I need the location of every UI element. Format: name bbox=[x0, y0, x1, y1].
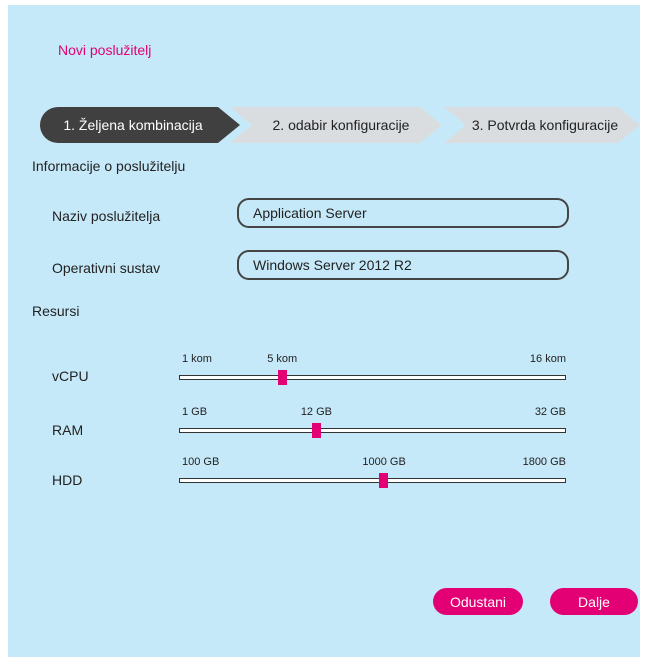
step-select-configuration[interactable]: 2. odabir konfiguracije bbox=[230, 107, 442, 143]
wizard-steps: 1. Željena kombinacija 2. odabir konfigu… bbox=[40, 107, 640, 143]
server-info-heading: Informacije o poslužitelju bbox=[32, 158, 186, 174]
ram-slider-track[interactable] bbox=[179, 428, 566, 433]
step-desired-combination[interactable]: 1. Željena kombinacija bbox=[40, 107, 240, 143]
ram-value-label: 12 GB bbox=[300, 406, 332, 418]
ram-max-label: 32 GB bbox=[534, 406, 566, 418]
server-name-field[interactable]: Application Server bbox=[237, 198, 569, 228]
hdd-slider-track[interactable] bbox=[179, 478, 566, 483]
new-server-panel bbox=[8, 5, 640, 657]
ram-slider-thumb[interactable] bbox=[311, 423, 321, 438]
os-field[interactable]: Windows Server 2012 R2 bbox=[237, 250, 569, 280]
step-confirm-configuration[interactable]: 3. Potvrda konfiguracije bbox=[444, 107, 640, 143]
page-title: Novi poslužitelj bbox=[58, 42, 152, 58]
hdd-min-label: 100 GB bbox=[182, 456, 220, 468]
next-button[interactable]: Dalje bbox=[550, 588, 638, 615]
vcpu-label: vCPU bbox=[52, 368, 89, 384]
vcpu-max-label: 16 kom bbox=[529, 353, 566, 365]
ram-label: RAM bbox=[52, 422, 84, 438]
ram-min-label: 1 GB bbox=[182, 406, 208, 418]
hdd-slider-thumb[interactable] bbox=[379, 473, 389, 488]
vcpu-slider-thumb[interactable] bbox=[277, 370, 287, 385]
vcpu-min-label: 1 kom bbox=[182, 353, 212, 365]
resources-heading: Resursi bbox=[32, 303, 80, 319]
cancel-button[interactable]: Odustani bbox=[433, 588, 523, 615]
hdd-value-label: 1000 GB bbox=[362, 456, 406, 468]
os-label: Operativni sustav bbox=[52, 260, 161, 276]
vcpu-slider-track[interactable] bbox=[179, 375, 566, 380]
vcpu-value-label: 5 kom bbox=[267, 353, 298, 365]
hdd-label: HDD bbox=[52, 472, 83, 488]
server-name-label: Naziv poslužitelja bbox=[52, 208, 161, 224]
hdd-max-label: 1800 GB bbox=[522, 456, 566, 468]
